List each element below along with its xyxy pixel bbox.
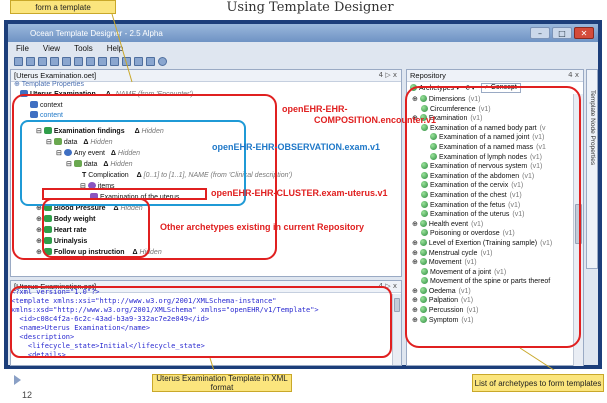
top-callout-arrow (111, 13, 133, 83)
archetypes-callout: List of archetypes to form templates (472, 374, 604, 392)
xml-callout: Uterus Examination Template in XML forma… (152, 374, 292, 392)
play-icon (14, 375, 21, 385)
slide-canvas: { "slide": { "title": "Using Template De… (0, 0, 607, 403)
callout-arrows (111, 13, 561, 375)
page-number: 12 (22, 390, 33, 400)
